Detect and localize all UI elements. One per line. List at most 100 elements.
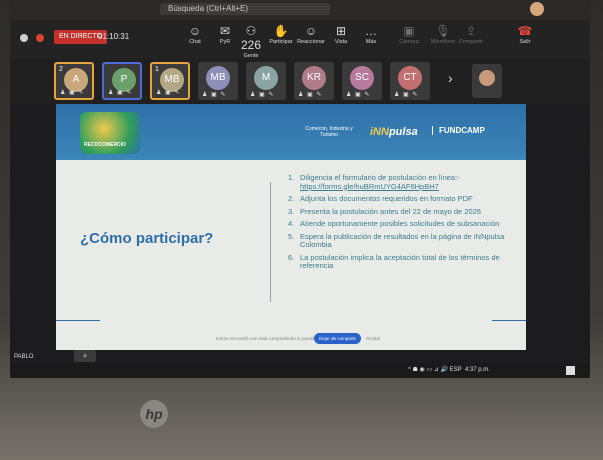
- participant-avatar: MB: [206, 66, 230, 90]
- participant-tile[interactable]: MB ♟ ▣ ✎: [198, 62, 238, 100]
- más-button[interactable]: … Más: [356, 24, 386, 46]
- step-item: 5. Espera la publicación de resultados en…: [288, 231, 526, 250]
- step-item: 3. Presenta la postulación antes del 22 d…: [288, 206, 526, 217]
- step-number: 6.: [288, 252, 295, 262]
- add-button[interactable]: +: [74, 350, 96, 362]
- people-icon: ⚇ 226: [240, 24, 262, 52]
- participant-tile[interactable]: CT ♟ ▣ ✎: [390, 62, 430, 100]
- self-video-tile[interactable]: [472, 64, 502, 98]
- form-link[interactable]: https://forms.gle/huBRmUYG4AF6HpBH7: [300, 182, 439, 191]
- step-number: 4.: [288, 219, 295, 228]
- participant-avatar: SC: [350, 66, 374, 90]
- more-icon: …: [365, 24, 377, 38]
- step-text: Diligencia el formulario de postulación …: [300, 173, 460, 191]
- tray-icons[interactable]: ^ ☗ ◉ ▭ ⊿ 🔊 ESP: [408, 367, 462, 373]
- view-icon: ⊞: [335, 24, 347, 38]
- laptop-screen: Búsqueda (Ctrl+Alt+E) EN DIRECTO 01:10:3…: [10, 0, 590, 378]
- participant-tile[interactable]: A 2 ♟ ▣ ✎: [54, 62, 94, 100]
- participant-avatar: KR: [302, 66, 326, 90]
- participant-tile[interactable]: P ♟ ▣ ✎: [102, 62, 142, 100]
- step-text: La postulación implica la aceptación tot…: [300, 252, 500, 270]
- step-item: 6. La postulación implica la aceptación t…: [288, 252, 526, 271]
- hand-raised-badge: 2: [59, 66, 63, 73]
- chat-button[interactable]: ☺ Chat: [180, 24, 210, 46]
- notification-icon[interactable]: [566, 366, 575, 375]
- divider: [270, 182, 271, 302]
- step-number: 5.: [288, 231, 295, 241]
- toolbar-label: Reaccionar: [297, 39, 325, 45]
- participant-avatar: M: [254, 66, 278, 90]
- toolbar-label: Cámara: [399, 39, 419, 45]
- meeting-timer: 01:10:31: [98, 32, 130, 41]
- meeting-toolbar: EN DIRECTO 01:10:31 ☺ Chat ✉ PyR ⚇ 226 Gente ✋…: [10, 20, 590, 60]
- tile-status-icons: ♟ ▣ ✎: [394, 92, 419, 98]
- stop-sharing-button[interactable]: Dejar de compartir: [314, 333, 362, 344]
- system-tray[interactable]: ^ ☗ ◉ ▭ ⊿ 🔊 ESP 4:37 p.m.: [408, 365, 490, 376]
- participant-tile[interactable]: MB 1 ♟ ▣ ✎: [150, 62, 190, 100]
- compartir-button[interactable]: ⇪ Compartir: [456, 24, 486, 46]
- toolbar-label: Más: [365, 39, 377, 45]
- window-dot-icon: [20, 34, 28, 42]
- toolbar-label: Compartir: [458, 39, 484, 45]
- step-item: 4. Atiende oportunamente posibles solicit…: [288, 219, 526, 229]
- slide-heading: ¿Cómo participar?: [80, 230, 214, 247]
- participant-tile[interactable]: KR ♟ ▣ ✎: [294, 62, 334, 100]
- toolbar-label: Micrófono: [430, 39, 456, 45]
- participant-tile[interactable]: M ♟ ▣ ✎: [246, 62, 286, 100]
- presenter-name: PABLO: [14, 354, 34, 360]
- participar-button[interactable]: ✋ Participar: [266, 24, 296, 46]
- mic-icon: 🎙: [435, 24, 451, 38]
- recording-dot-icon: [36, 34, 44, 42]
- clock[interactable]: 4:37 p.m.: [465, 367, 490, 373]
- tile-status-icons: ♟ ▣ ✎: [156, 90, 181, 96]
- hp-logo: hp: [140, 400, 168, 428]
- search-box[interactable]: Búsqueda (Ctrl+Alt+E): [160, 3, 330, 15]
- participant-tile[interactable]: SC ♟ ▣ ✎: [342, 62, 382, 100]
- innpulsa-logo: iNNpulsa: [370, 126, 418, 138]
- react-icon: ☺: [304, 24, 318, 38]
- micrófono-button[interactable]: 🎙 Micrófono: [428, 24, 458, 46]
- toolbar-label: Chat: [189, 39, 201, 45]
- taskbar: ^ ☗ ◉ ▭ ⊿ 🔊 ESP 4:37 p.m.: [10, 363, 590, 378]
- program-logo: RECOCOMERCIO: [80, 112, 140, 154]
- camera-icon: ▣: [403, 24, 415, 38]
- step-number: 1.: [288, 173, 295, 182]
- hide-button[interactable]: Ocultar: [366, 333, 381, 344]
- tile-status-icons: ♟ ▣ ✎: [250, 92, 275, 98]
- tile-status-icons: ♟ ▣ ✎: [108, 90, 133, 96]
- step-item: 1. Diligencia el formulario de postulació…: [288, 173, 526, 191]
- toolbar-label: Salir: [519, 39, 531, 45]
- user-avatar[interactable]: [530, 2, 544, 16]
- innpulsa-prefix: iNN: [370, 126, 389, 138]
- next-participants-icon[interactable]: ›: [448, 70, 453, 86]
- decor-line-right: [492, 320, 526, 321]
- ministry-logo: Comercio, Industria y Turismo: [305, 126, 353, 138]
- leave-icon: ☎: [517, 24, 533, 38]
- fundcamp-logo: FUNDCAMP: [432, 126, 485, 135]
- share-notice: teams.microsoft.com está compartiendo tu…: [216, 336, 320, 341]
- step-number: 3.: [288, 206, 295, 216]
- tile-status-icons: ♟ ▣ ✎: [298, 92, 323, 98]
- toolbar-label: Participar: [269, 39, 293, 45]
- tile-status-icons: ♟ ▣ ✎: [346, 92, 371, 98]
- share-icon: ⇪: [465, 24, 477, 38]
- gente-button[interactable]: ⚇ 226 Gente: [236, 24, 266, 60]
- decor-line-left: [56, 320, 100, 321]
- slide-header: RECOCOMERCIO Comercio, Industria y Turis…: [56, 104, 526, 160]
- steps-list: 1. Diligencia el formulario de postulació…: [288, 173, 526, 275]
- tile-status-icons: ♟ ▣ ✎: [60, 90, 85, 96]
- hand-icon: ✋: [273, 24, 289, 38]
- salir-button[interactable]: ☎ Salir: [510, 24, 540, 46]
- step-text: Atiende oportunamente posibles solicitud…: [300, 219, 500, 228]
- step-number: 2.: [288, 194, 295, 203]
- participant-avatar: CT: [398, 66, 422, 90]
- reaccionar-button[interactable]: ☺ Reaccionar: [296, 24, 326, 46]
- vista-button[interactable]: ⊞ Vista: [326, 24, 356, 46]
- participant-strip: A 2 ♟ ▣ ✎ P ♟ ▣ ✎ MB 1 ♟ ▣ ✎ MB ♟ ▣ ✎ M ♟ ▣ ✎ KR ♟ ▣ …: [10, 58, 590, 104]
- cámara-button[interactable]: ▣ Cámara: [394, 24, 424, 46]
- step-item: 2. Adjunta los documentos requeridos en f…: [288, 194, 526, 204]
- step-text: Presenta la postulación antes del 22 de …: [300, 206, 481, 216]
- tile-status-icons: ♟ ▣ ✎: [202, 92, 227, 98]
- step-text: Adjunta los documentos requeridos en for…: [300, 194, 473, 203]
- toolbar-label: Vista: [334, 39, 348, 45]
